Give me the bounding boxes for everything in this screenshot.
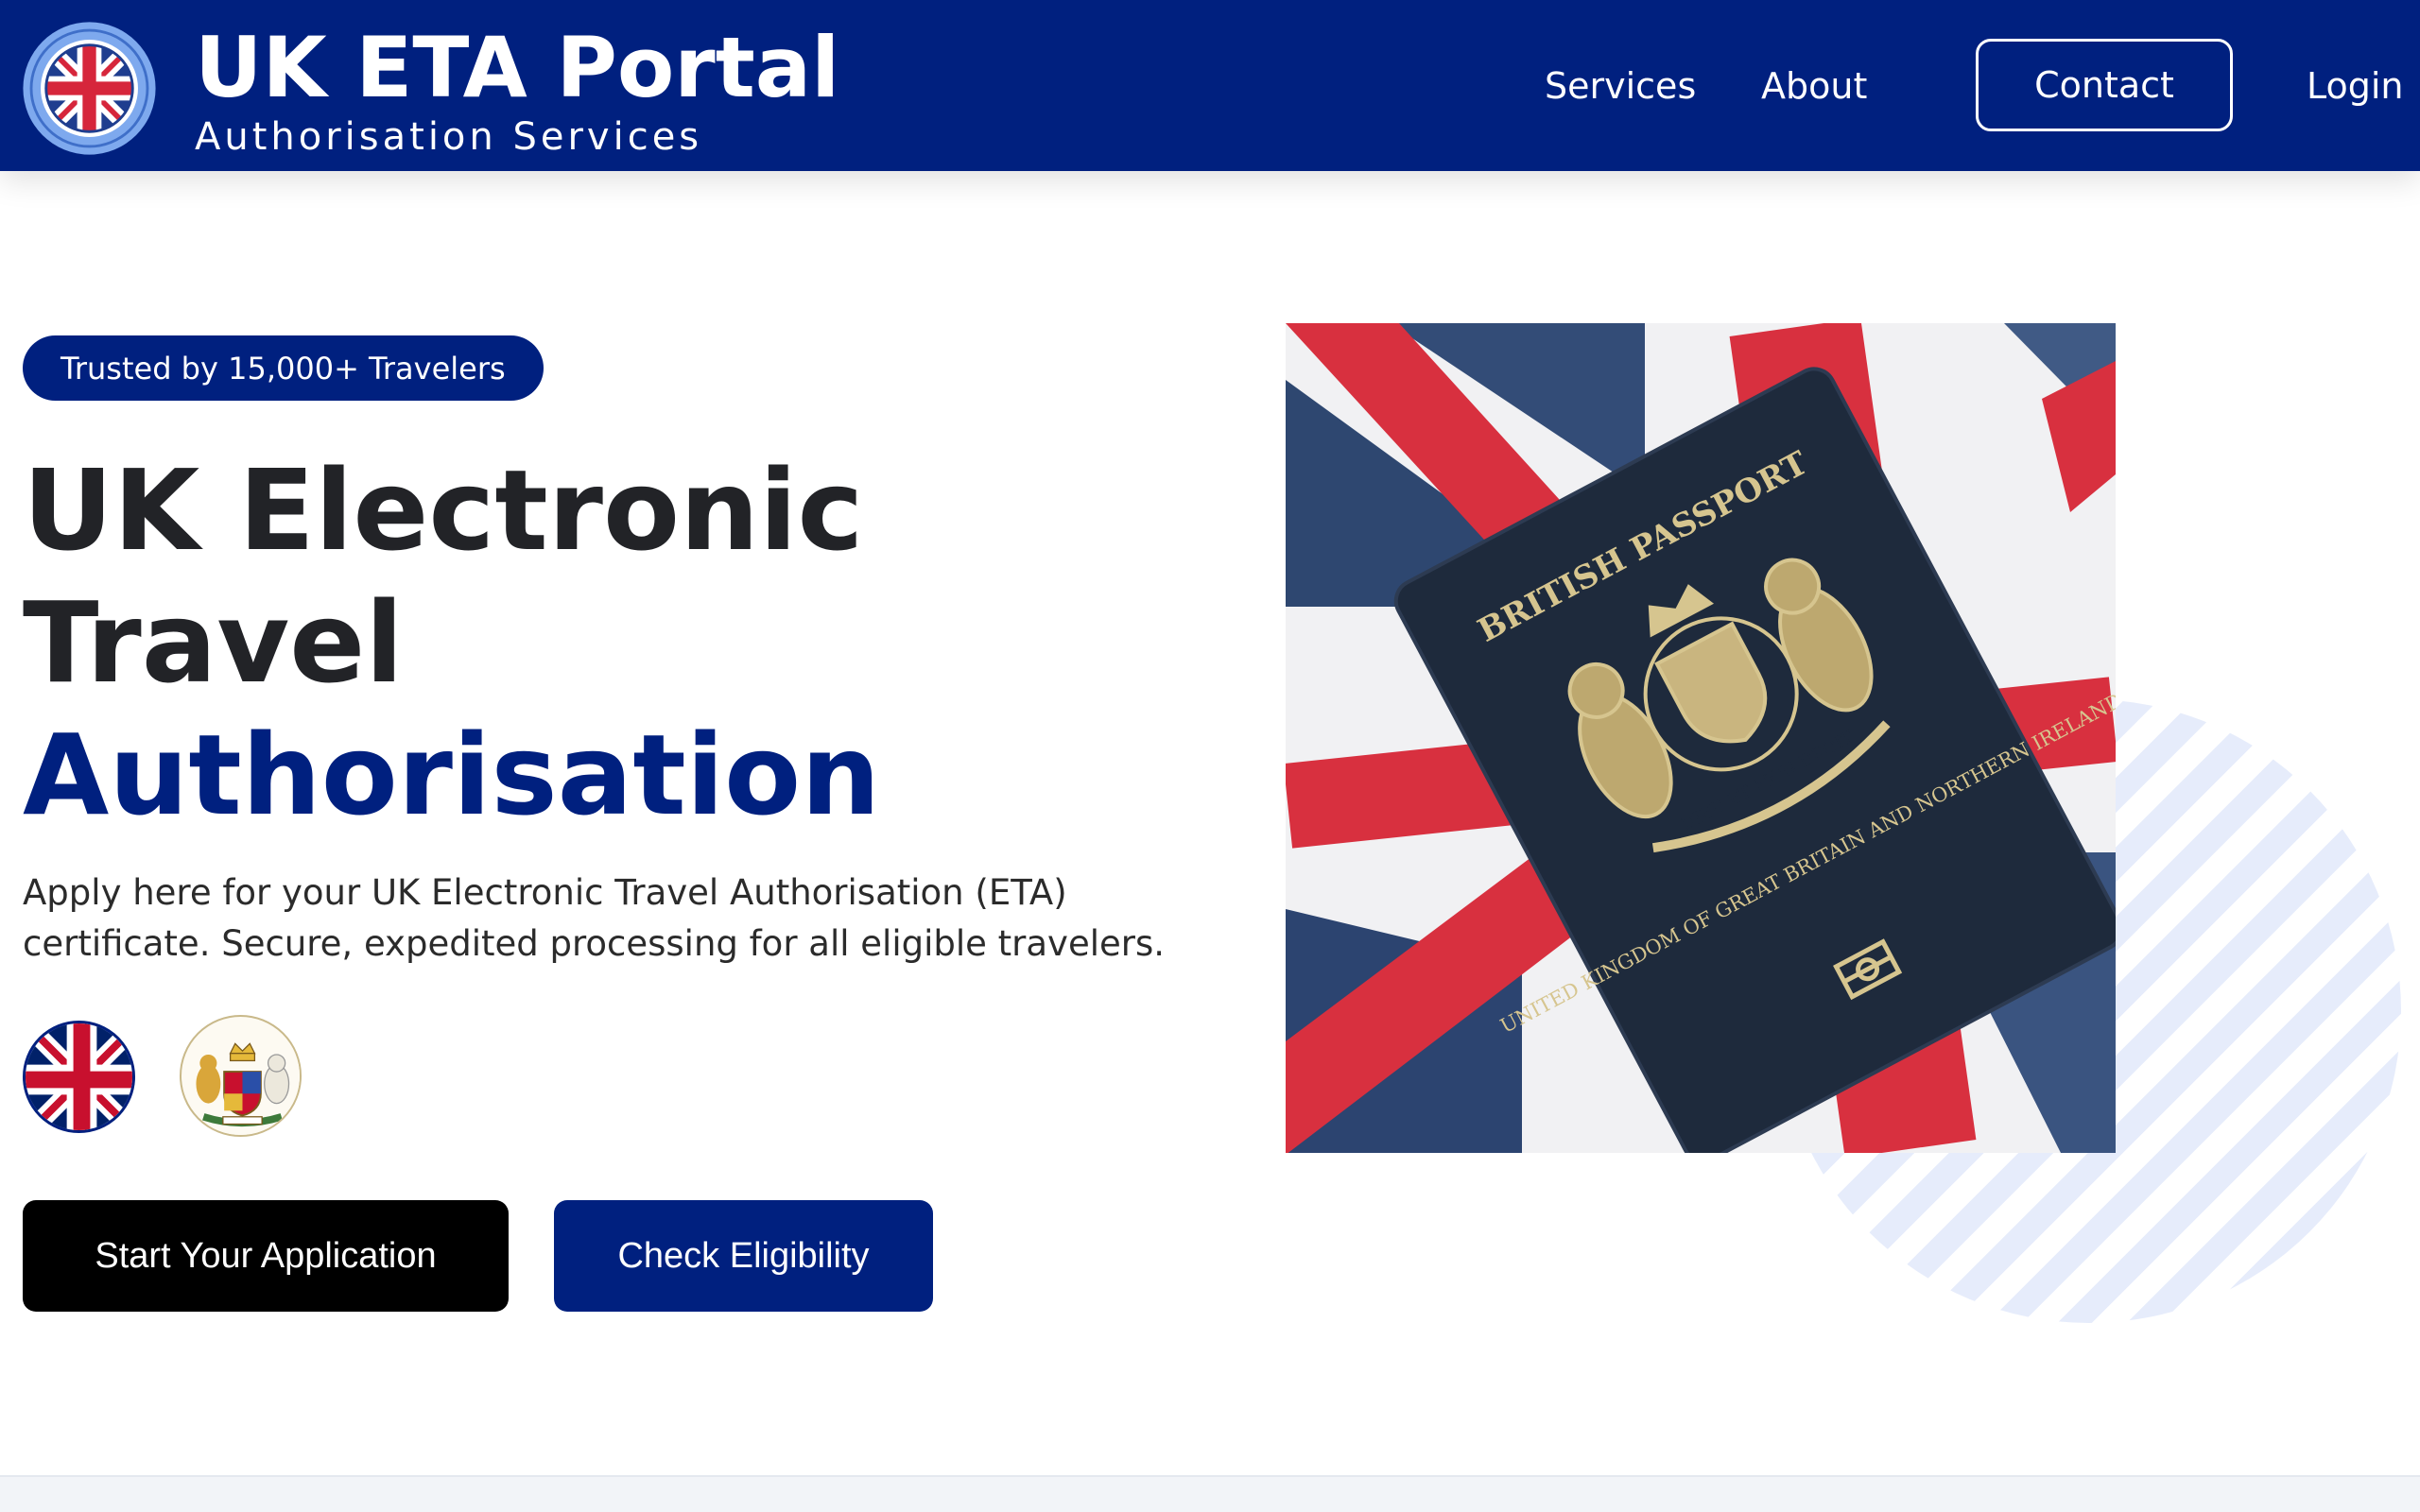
nav-item-services: Services	[1545, 0, 1696, 171]
hero-title-line-1: UK Electronic	[23, 445, 864, 576]
hero-title-accent: Authorisation	[23, 710, 881, 840]
trust-badge: Trusted by 15,000+ Travelers	[23, 335, 544, 401]
login-link[interactable]: Login	[2307, 65, 2404, 107]
nav-link-services[interactable]: Services	[1545, 65, 1696, 107]
hero-title-line-2: Travel	[23, 577, 404, 708]
nav-item-about: About	[1761, 0, 1867, 171]
next-section-edge	[0, 1475, 2420, 1512]
brand-subtitle: Authorisation Services	[195, 115, 703, 159]
union-jack-flag-icon	[23, 1021, 135, 1133]
passport-hero-image: BRITISH PASSPORT DIEU ET MON DROIT UNITE…	[1286, 323, 2116, 1153]
union-jack-globe-icon	[23, 21, 156, 155]
start-application-button[interactable]: Start Your Application	[23, 1200, 509, 1312]
royal-coat-of-arms-icon	[180, 1015, 302, 1137]
brand-title: UK ETA Portal	[195, 19, 840, 116]
check-eligibility-button[interactable]: Check Eligibility	[554, 1200, 933, 1312]
nav-link-about[interactable]: About	[1761, 65, 1867, 107]
hero-description: Apply here for your UK Electronic Travel…	[23, 872, 1166, 964]
site-header: UK ETA Portal Authorisation Services Ser…	[0, 0, 2420, 171]
brand-link[interactable]: UK ETA Portal Authorisation Services	[22, 17, 839, 159]
hero-title: UK Electronic Travel Authorisation	[23, 444, 880, 841]
contact-button[interactable]: Contact	[1976, 39, 2233, 131]
nav-item-login: Login	[2307, 0, 2404, 171]
